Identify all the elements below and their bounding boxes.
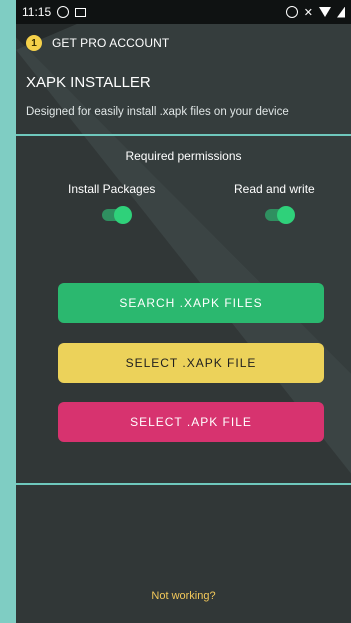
search-xapk-files-button[interactable]: SEARCH .XAPK FILES xyxy=(58,283,324,323)
toggle-knob xyxy=(114,206,132,224)
app-subtitle: Designed for easily install .xapk files … xyxy=(26,106,289,118)
whatsapp-icon xyxy=(57,6,70,18)
permissions-title: Required permissions xyxy=(125,149,242,163)
top-divider xyxy=(16,134,351,136)
app-title: XAPK INSTALLER xyxy=(26,74,151,91)
read-write-toggle[interactable] xyxy=(265,206,295,224)
select-apk-file-button[interactable]: SELECT .APK FILE xyxy=(58,402,324,442)
alarm-icon xyxy=(285,6,298,18)
wifi-icon xyxy=(319,7,331,17)
install-packages-toggle[interactable] xyxy=(102,206,132,224)
get-pro-account[interactable]: 1 GET PRO ACCOUNT xyxy=(26,35,169,51)
mute-icon: ✕ xyxy=(303,6,313,19)
permission-label-install: Install Packages xyxy=(68,182,156,196)
select-xapk-file-button[interactable]: SELECT .XAPK FILE xyxy=(58,343,324,383)
mail-icon xyxy=(75,7,87,17)
toggle-knob xyxy=(277,206,295,224)
get-pro-account-label: GET PRO ACCOUNT xyxy=(52,36,170,50)
signal-icon xyxy=(337,6,345,18)
status-time: 11:15 xyxy=(22,5,52,19)
bottom-divider xyxy=(16,483,351,485)
status-bar: 11:15 ✕ xyxy=(16,0,351,24)
not-working-link[interactable]: Not working? xyxy=(16,590,351,602)
status-left: 11:15 xyxy=(22,5,87,19)
status-right: ✕ xyxy=(285,6,345,19)
pro-badge-icon: 1 xyxy=(26,35,42,51)
permission-label-readwrite: Read and write xyxy=(234,182,315,196)
app-screen: 11:15 ✕ 1 GET PRO ACCOUNT XAPK INSTALLER… xyxy=(16,0,351,623)
